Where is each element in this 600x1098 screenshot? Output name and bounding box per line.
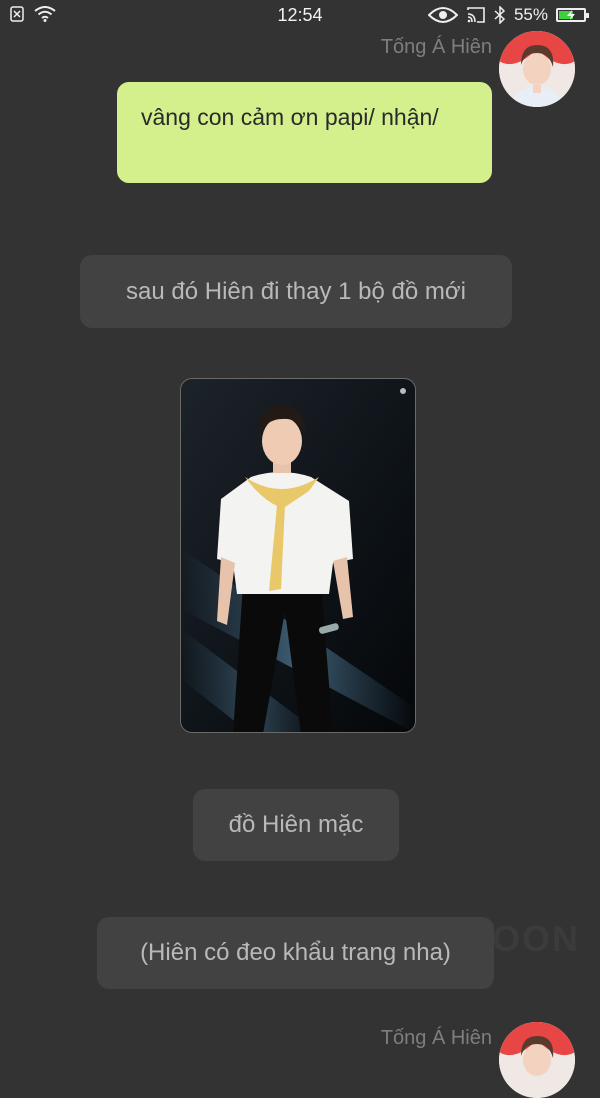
status-bar: 12:54 55%: [0, 0, 600, 32]
battery-charging-icon: [556, 8, 589, 22]
narration-text: (Hiên có đeo khẩu trang nha): [140, 939, 451, 966]
stage-photo: [181, 379, 415, 732]
message-bubble: vâng con cảm ơn papi/ nhận/: [117, 82, 492, 183]
narration-bubble: đồ Hiên mặc: [193, 789, 399, 861]
narration-text: đồ Hiên mặc: [228, 811, 364, 838]
watermark: OON: [492, 918, 581, 959]
sender-name: Tống Á Hiên: [380, 1027, 492, 1049]
avatar[interactable]: [499, 31, 575, 107]
message-text: vâng con cảm ơn papi/ nhận/: [141, 104, 439, 130]
narration-bubble: sau đó Hiên đi thay 1 bộ đồ mới: [80, 255, 512, 328]
bluetooth-icon: [494, 6, 506, 24]
cast-icon: [467, 7, 485, 23]
narration-bubble: (Hiên có đeo khẩu trang nha): [97, 917, 494, 989]
narration-text: sau đó Hiên đi thay 1 bộ đồ mới: [126, 278, 466, 305]
sender-name: Tống Á Hiên: [380, 36, 492, 58]
photo-message[interactable]: [180, 378, 416, 733]
eye-icon: [427, 7, 458, 23]
battery-percent: 55%: [513, 5, 548, 24]
avatar[interactable]: [499, 1022, 575, 1098]
